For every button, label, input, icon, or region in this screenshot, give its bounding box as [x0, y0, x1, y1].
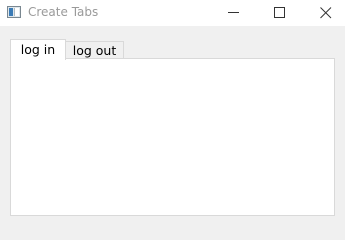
- minimize-icon: [228, 12, 239, 13]
- app-window-icon: [7, 6, 21, 18]
- tab-log-in[interactable]: log in: [10, 39, 66, 60]
- tab-log-out[interactable]: log out: [65, 41, 124, 59]
- main-window: Create Tabs log in log out: [0, 0, 345, 224]
- maximize-button[interactable]: [257, 0, 303, 26]
- close-button[interactable]: [303, 0, 345, 26]
- title-bar[interactable]: Create Tabs: [0, 0, 345, 26]
- window-title: Create Tabs: [28, 5, 99, 19]
- close-icon: [320, 7, 332, 19]
- minimize-button[interactable]: [211, 0, 257, 26]
- maximize-icon: [274, 7, 285, 18]
- tab-content-panel: [10, 58, 335, 216]
